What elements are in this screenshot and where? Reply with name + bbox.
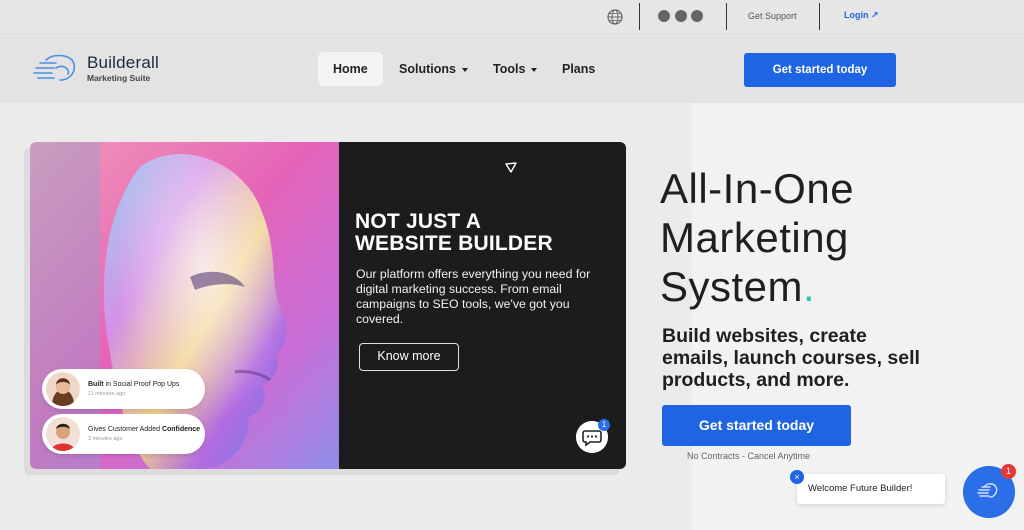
headline-word: System (660, 263, 804, 310)
proof-highlight: Confidence (161, 426, 201, 433)
heart-icon[interactable] (504, 160, 518, 174)
notification-badge: 1 (1001, 464, 1016, 479)
chevron-down-icon (461, 67, 468, 72)
avatar (46, 417, 80, 451)
welcome-message[interactable]: Welcome Future Builder! (797, 474, 945, 504)
proof-message: Gives Customer Added (88, 426, 162, 433)
social-proof-popup[interactable]: Gives Customer Added Confidence 3 minute… (42, 414, 205, 454)
proof-text: Gives Customer Added Confidence (88, 426, 200, 433)
no-contracts-note: No Contracts - Cancel Anytime (687, 451, 811, 461)
get-started-button-header[interactable]: Get started today (744, 53, 896, 87)
know-more-button[interactable]: Know more (359, 343, 459, 371)
nav-plans-label: Plans (562, 62, 596, 76)
nav-home[interactable]: Home (318, 52, 383, 86)
chevron-down-icon (531, 67, 538, 72)
card-description: Our platform offers everything you need … (356, 267, 591, 326)
brand-tagline: Marketing Suite (87, 73, 151, 83)
proof-highlight: Built (88, 381, 104, 388)
divider (726, 3, 727, 30)
globe-icon[interactable] (607, 9, 623, 25)
proof-message: in Social Proof Pop Ups (103, 381, 180, 388)
card-title: NOT JUST A WEBSITE BUILDER (355, 211, 615, 255)
divider (819, 3, 820, 30)
hero-subheading: Build websites, create emails, launch co… (662, 325, 920, 391)
get-support-link[interactable]: Get Support (748, 11, 797, 21)
card-title-line: NOT JUST A (355, 210, 482, 233)
instagram-icon[interactable] (691, 10, 703, 22)
avatar (46, 372, 80, 406)
chat-badge: 1 (598, 419, 610, 431)
main-nav: Builderall Marketing Suite Home Solution… (0, 36, 1024, 103)
nav-home-label: Home (333, 62, 368, 76)
headline-line: System. (660, 262, 1000, 311)
login-link[interactable]: Login ↗ (844, 10, 879, 21)
social-proof-popup[interactable]: Built in Social Proof Pop Ups 11 minutes… (42, 369, 205, 409)
nav-plans[interactable]: Plans (547, 52, 610, 86)
get-started-button-hero[interactable]: Get started today (662, 405, 851, 446)
brand-name: Builderall (87, 53, 159, 72)
proof-text: Built in Social Proof Pop Ups (88, 381, 179, 388)
nav-solutions[interactable]: Solutions (384, 52, 483, 86)
utility-bar: Get Support Login ↗ (0, 0, 1024, 35)
nav-solutions-label: Solutions (399, 62, 456, 76)
nav-tools-label: Tools (493, 62, 526, 76)
divider (639, 3, 640, 30)
nav-tools[interactable]: Tools (478, 52, 552, 86)
headline-accent-dot: . (803, 263, 816, 310)
proof-timestamp: 11 minutes ago (88, 391, 126, 397)
hero-headline: All-In-One Marketing System. (660, 164, 1000, 311)
headline-line: Marketing (660, 214, 849, 261)
card-title-line: WEBSITE BUILDER (355, 232, 553, 255)
email-icon[interactable] (658, 10, 670, 22)
headline-line: All-In-One (660, 165, 855, 212)
close-icon[interactable]: × (790, 470, 804, 484)
proof-timestamp: 3 minutes ago (88, 436, 123, 442)
facebook-icon[interactable] (675, 10, 687, 22)
